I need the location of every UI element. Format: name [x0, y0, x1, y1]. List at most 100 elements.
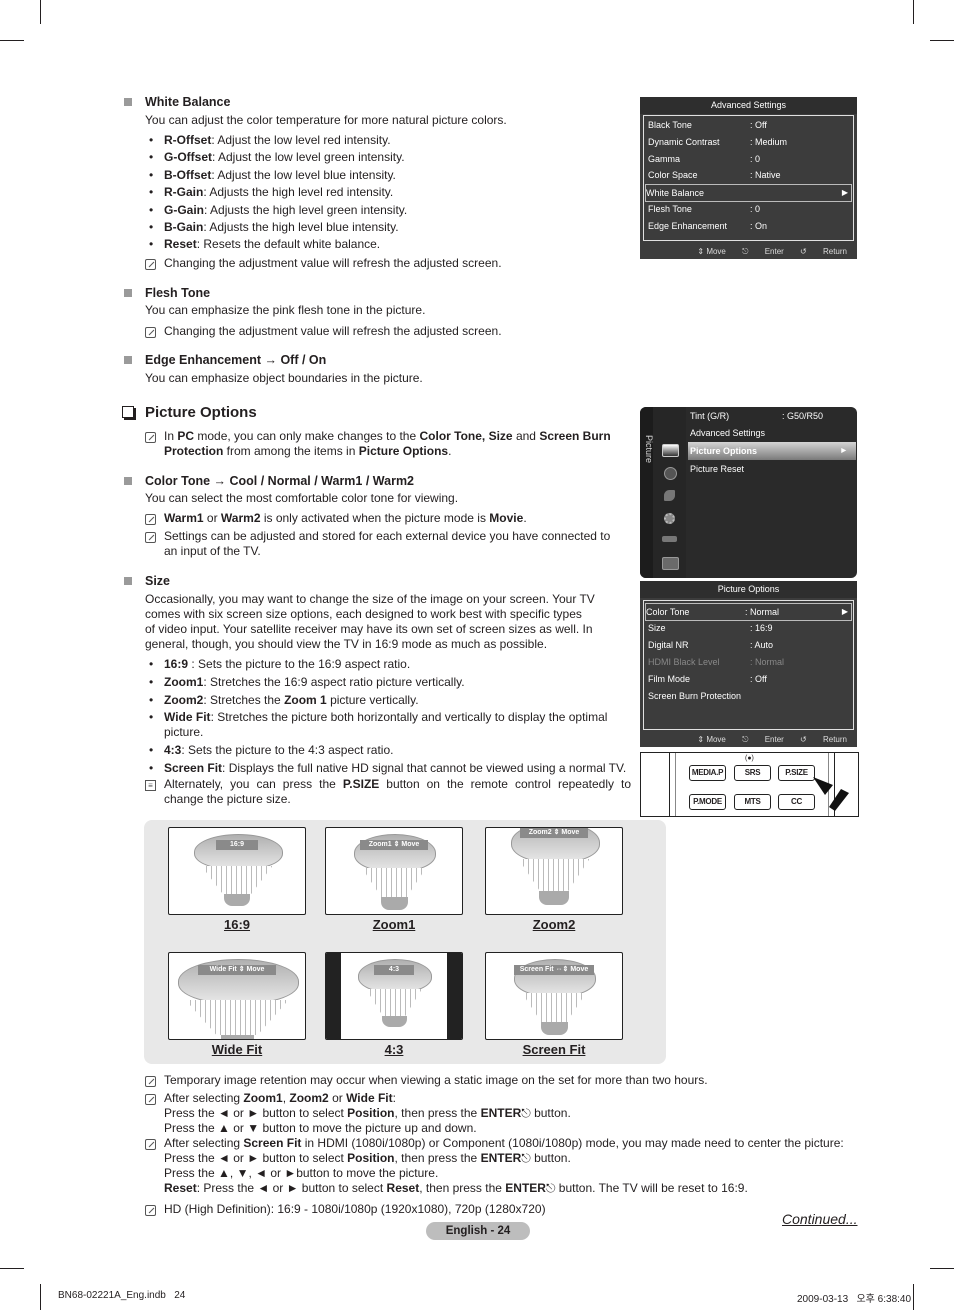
white-balance-intro: You can adjust the color temperature for… — [145, 113, 507, 127]
memo-icon: ≡ — [145, 780, 156, 791]
return-hint: ↺ Return — [800, 735, 847, 744]
osd-advanced-settings: Advanced Settings Black Tone : Off Dynamic… — [640, 97, 857, 259]
enter-hint: ⎋ Enter — [742, 735, 784, 744]
size-item: Screen Fit: Displays the full native HD … — [164, 761, 627, 775]
enter-icon: ⎋ — [521, 1106, 531, 1120]
balloon-ropes — [522, 993, 586, 1022]
section-bullet-icon — [124, 477, 132, 485]
osd-row-value: : Off — [750, 674, 767, 684]
bullet-icon: • — [149, 202, 154, 217]
continued-link[interactable]: Continued... — [782, 1211, 858, 1227]
white-balance-item: R-Offset: Adjust the low level red inten… — [164, 133, 391, 147]
osd-menu-row[interactable]: Gamma: 0 — [648, 151, 849, 167]
osd-menu-row[interactable]: Tint (G/R): G50/R50 — [690, 407, 850, 425]
sound-icon[interactable] — [664, 467, 677, 480]
media-p-button[interactable]: MEDIA.P — [689, 765, 726, 781]
osd-menu-row[interactable]: HDMI Black Level : Normal — [648, 654, 849, 670]
size-item: Zoom1: Stretches the 16:9 aspect ratio p… — [164, 675, 465, 689]
white-balance-item: B-Offset: Adjust the low level blue inte… — [164, 167, 396, 182]
size-mode-tag: Zoom2 ⇕ Move — [519, 828, 589, 838]
move-hint: ⇕ Move — [697, 735, 726, 744]
size-caption: Screen Fit — [522, 1042, 586, 1057]
crop-mark — [913, 1284, 914, 1310]
osd-menu-row[interactable]: Digital NR: Auto — [648, 637, 849, 653]
balloon-ropes — [185, 1000, 289, 1035]
osd-row-value: : Native — [750, 170, 781, 181]
application-icon[interactable] — [662, 557, 679, 570]
bullet-icon: • — [149, 150, 154, 165]
osd-menu-row[interactable]: Color Tone: Normal ▶ — [645, 603, 852, 621]
note-icon — [145, 532, 156, 543]
size-item: Wide Fit: Stretches the picture both hor… — [164, 710, 608, 739]
picture-icon[interactable] — [662, 444, 679, 457]
edge-enhancement-heading: Edge Enhancement → Off / On — [145, 353, 327, 367]
osd-row-value: : 0 — [750, 153, 761, 164]
setup-icon[interactable] — [664, 513, 675, 524]
osd-side-label: Picture — [644, 435, 654, 464]
arrow-right-icon: ▶ — [841, 188, 848, 198]
osd-row-label: Color Space — [648, 170, 698, 181]
osd-row-value: : Off — [750, 120, 767, 130]
white-balance-heading: White Balance — [145, 95, 231, 109]
srs-button[interactable]: SRS — [734, 765, 771, 781]
osd-menu-row[interactable]: Flesh Tone: 0 — [648, 201, 849, 217]
osd-menu-row[interactable]: Picture Reset — [690, 460, 850, 478]
size-preview-frame: Zoom1 ⇕ Move — [325, 827, 463, 915]
osd-footer: ⇕ Move ⎋ Enter ↺ Return — [683, 735, 847, 745]
osd-menu-row[interactable]: Size: 16:9 — [648, 620, 849, 636]
p-mode-button[interactable]: P.MODE — [689, 794, 726, 810]
p-size-button[interactable]: P.SIZE — [778, 765, 815, 781]
osd-menu-row[interactable]: Picture Options ▶ — [690, 442, 850, 460]
osd-menu-row[interactable]: Screen Burn Protection — [648, 688, 849, 704]
note-icon — [145, 1205, 156, 1216]
osd-row-label: Black Tone — [648, 120, 692, 130]
balloon-basket — [380, 897, 408, 910]
bullet-icon: • — [149, 133, 154, 147]
return-hint: ↺ Return — [800, 247, 847, 256]
flesh-tone-heading: Flesh Tone — [145, 286, 211, 300]
bullet-icon: • — [149, 743, 154, 757]
section-bullet-icon — [124, 98, 132, 106]
remote-edge — [675, 753, 676, 816]
size-caption: Zoom2 — [532, 917, 576, 932]
size-mode-tag: 16:9 — [215, 840, 259, 850]
osd-menu-row[interactable]: Edge Enhancement: On — [648, 218, 849, 234]
osd-menu-row[interactable]: Dynamic Contrast: Medium — [648, 134, 849, 150]
osd-row-value: : On — [750, 220, 768, 231]
letterbox-bar — [326, 953, 341, 1039]
mts-button[interactable]: MTS — [734, 794, 771, 810]
size-mode-tag: 4:3 — [374, 965, 414, 975]
osd-menu-row[interactable]: Color Space : Native — [648, 167, 849, 183]
balloon-basket — [224, 894, 250, 906]
balloon-basket — [220, 1035, 254, 1039]
osd-picture-menu: Picture Tint (G/R): G50/R50 Advanced Sett… — [640, 407, 857, 578]
size-mode-tag: Wide Fit ⇕ Move — [198, 965, 276, 975]
input-icon[interactable] — [662, 536, 677, 542]
note-icon — [145, 514, 156, 525]
srs-mark: (●) — [745, 755, 754, 762]
note-icon — [145, 432, 156, 443]
checkbox-heading-icon — [122, 406, 134, 418]
cc-button[interactable]: CC — [778, 794, 815, 810]
osd-title: Advanced Settings — [640, 97, 857, 114]
channel-icon[interactable] — [664, 490, 675, 501]
osd-row-label: HDMI Black Level — [648, 657, 720, 667]
osd-menu-row[interactable]: White Balance ▶ — [645, 184, 852, 203]
osd-row-value: : Normal — [750, 657, 785, 667]
size-intro: Occasionally, you may want to change the… — [145, 592, 595, 651]
section-bullet-icon — [124, 356, 132, 364]
color-tone-heading: Color Tone → Cool / Normal / Warm1 / War… — [145, 474, 415, 488]
note-icon — [145, 327, 156, 338]
white-balance-item: B-Gain: Adjusts the high level blue inte… — [164, 220, 399, 234]
balloon-basket — [540, 1022, 568, 1035]
crop-mark — [930, 40, 954, 41]
osd-menu-row[interactable]: Black Tone : Off — [648, 117, 849, 133]
osd-row-label: Flesh Tone — [648, 204, 692, 214]
crop-mark — [0, 40, 24, 41]
color-tone-intro: You can select the most comfortable colo… — [145, 491, 459, 505]
osd-menu-row[interactable]: Film Mode: Off — [648, 671, 849, 687]
osd-menu-row[interactable]: Advanced Settings — [690, 424, 850, 442]
color-tone-note-2: Settings can be adjusted and stored for … — [164, 529, 611, 558]
section-bullet-icon — [124, 577, 132, 585]
bullet-icon: • — [149, 761, 154, 775]
